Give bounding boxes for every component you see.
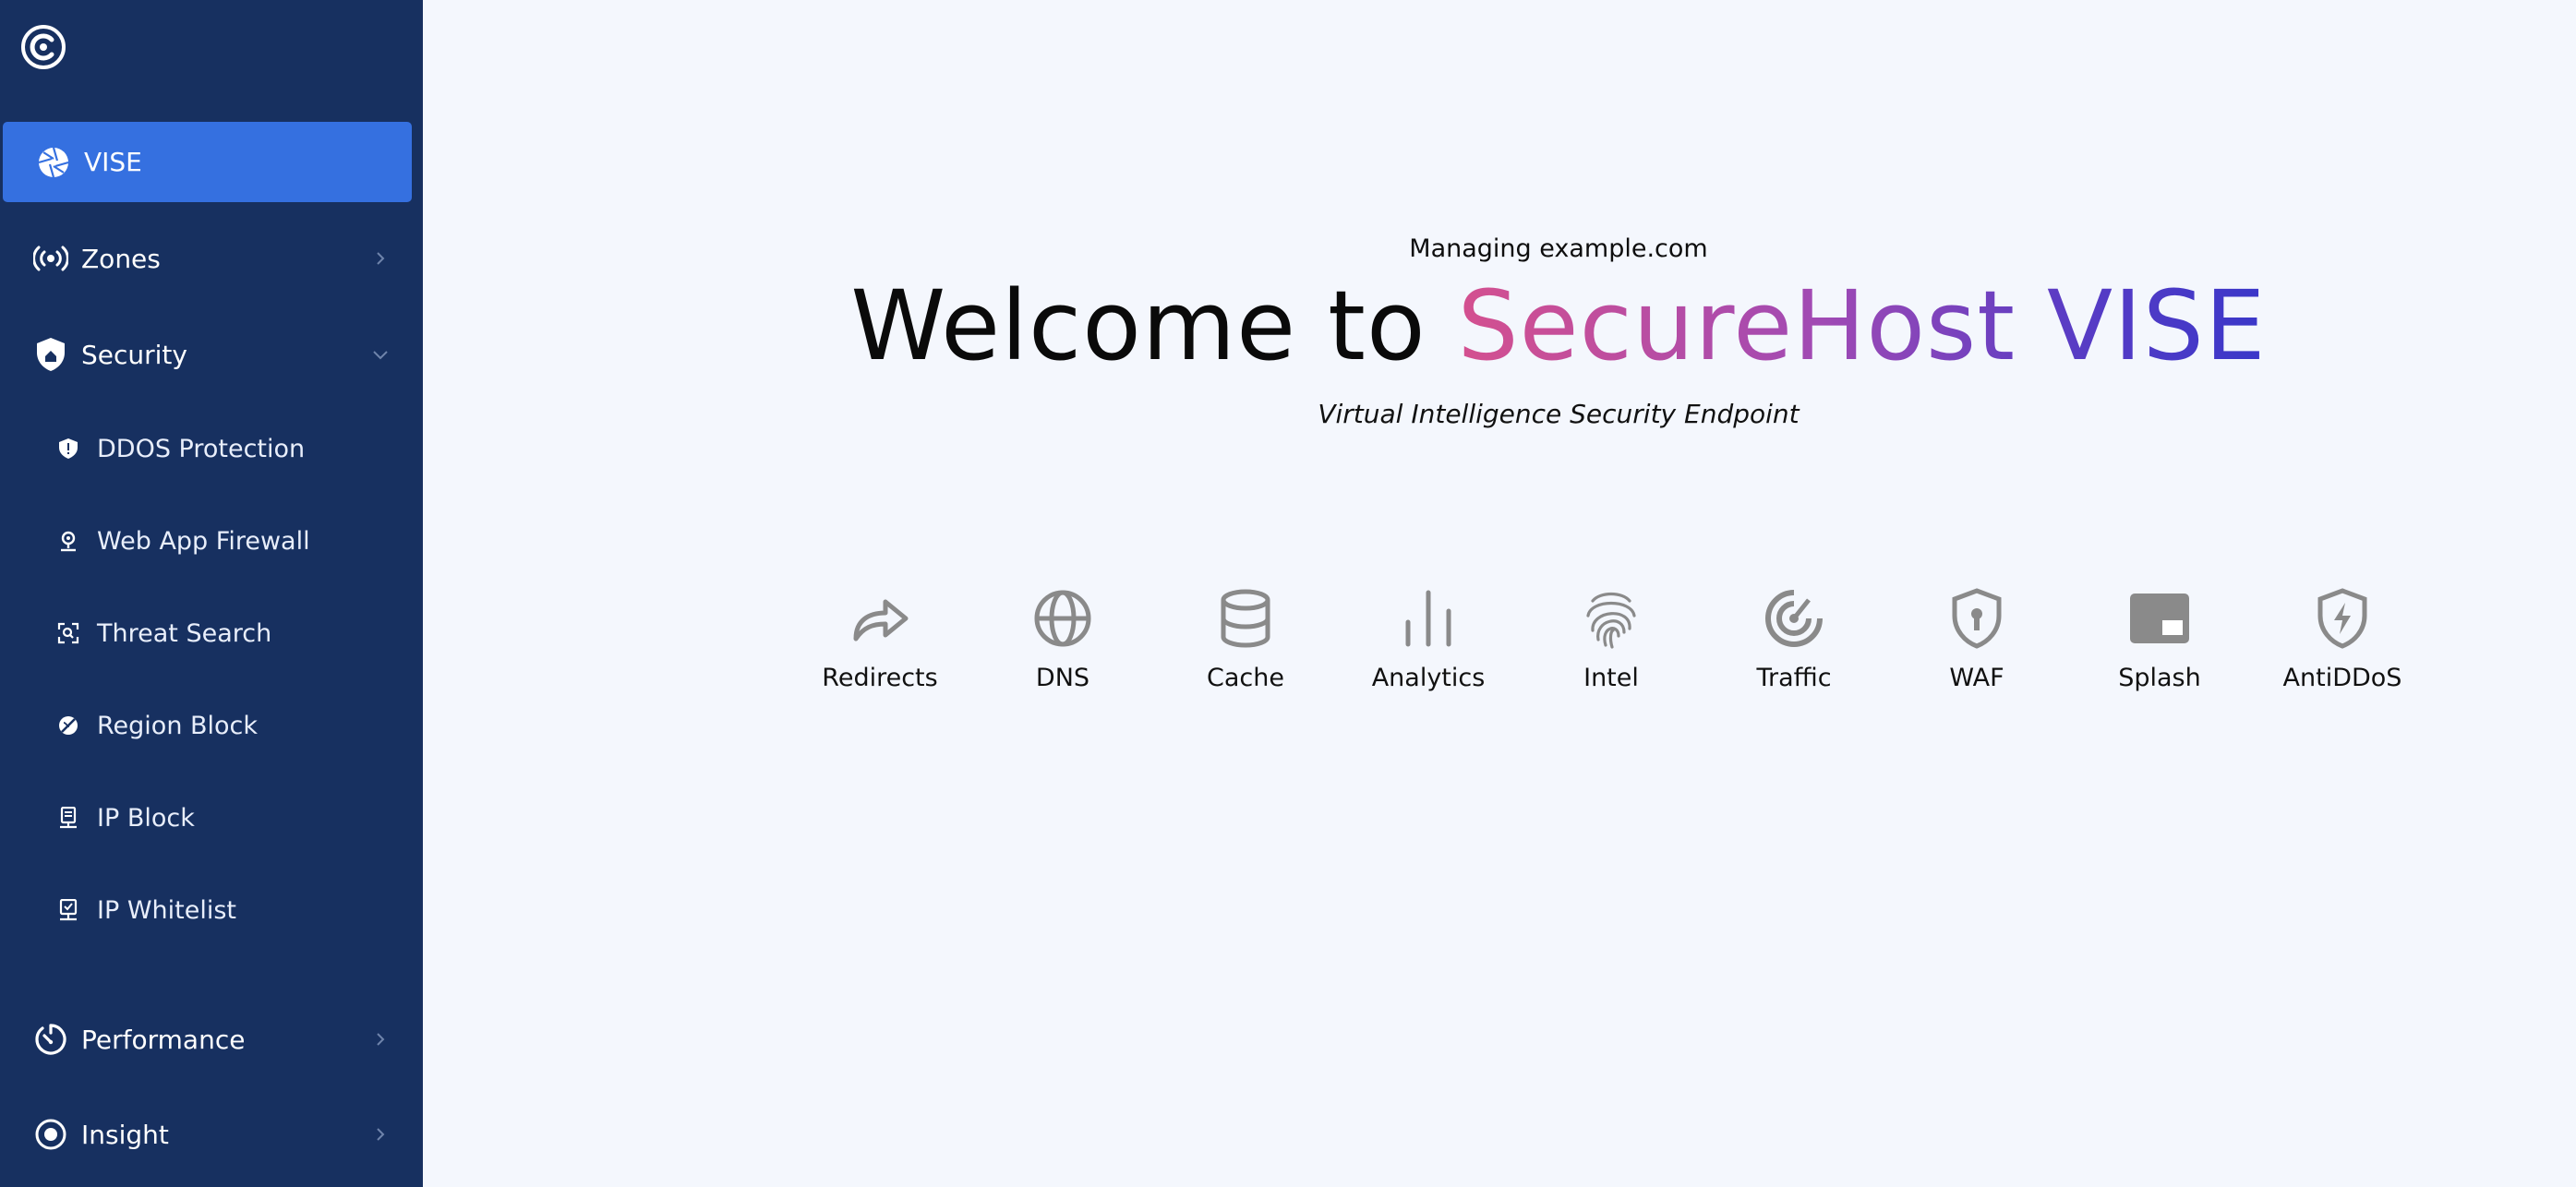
feature-cache[interactable]: Cache: [1154, 568, 1337, 734]
feature-intel[interactable]: Intel: [1520, 568, 1703, 734]
feature-analytics[interactable]: Analytics: [1337, 568, 1520, 734]
feature-redirects[interactable]: Redirects: [788, 568, 971, 734]
feature-label: Splash: [2118, 664, 2201, 692]
shield-lock-icon: [1944, 586, 2009, 651]
feature-label: Cache: [1207, 664, 1284, 692]
feature-label: Intel: [1583, 664, 1639, 692]
feature-label: AntiDDoS: [2282, 664, 2402, 692]
brand-name: SecureHost VISE: [1457, 270, 2267, 382]
chevron-right-icon: [371, 1030, 390, 1049]
sidebar-subitem-ddos-protection[interactable]: DDOS Protection: [0, 412, 423, 486]
sidebar-item-insight[interactable]: Insight: [0, 1094, 423, 1175]
broadcast-icon: [33, 241, 68, 276]
sidebar-item-label: Insight: [81, 1119, 169, 1150]
shield-bolt-icon: [2310, 586, 2375, 651]
sidebar-item-security[interactable]: Security: [0, 314, 423, 395]
feature-splash[interactable]: Splash: [2068, 568, 2251, 734]
feature-label: Redirects: [822, 664, 938, 692]
server-icon: [56, 806, 80, 830]
sidebar-item-label: Performance: [81, 1024, 246, 1055]
sidebar-subitem-web-app-firewall[interactable]: Web App Firewall: [0, 504, 423, 578]
feature-label: Analytics: [1371, 664, 1486, 692]
globe-block-icon: [56, 713, 80, 737]
monitor-icon: [56, 898, 80, 922]
sidebar-subitem-ip-block[interactable]: IP Block: [0, 781, 423, 855]
brand-logo-icon[interactable]: [20, 24, 66, 70]
sidebar-item-zones[interactable]: Zones: [0, 218, 423, 299]
feature-traffic[interactable]: Traffic: [1703, 568, 1885, 734]
radar-icon: [1762, 586, 1826, 651]
sidebar-subitem-region-block[interactable]: Region Block: [0, 689, 423, 762]
shield-icon: [33, 337, 68, 372]
chevron-right-icon: [371, 249, 390, 268]
stopwatch-icon: [33, 1022, 68, 1057]
scan-icon: [56, 621, 80, 645]
welcome-prefix: Welcome to: [850, 270, 1458, 382]
picture-in-picture-icon: [2127, 586, 2192, 651]
sidebar: VISE Zones Security DDOS Protection Web …: [0, 0, 423, 1187]
chevron-down-icon: [371, 345, 390, 364]
sidebar-item-label: Zones: [81, 243, 161, 274]
sidebar-subitem-threat-search[interactable]: Threat Search: [0, 596, 423, 670]
feature-dns[interactable]: DNS: [971, 568, 1154, 734]
feature-waf[interactable]: WAF: [1885, 568, 2068, 734]
sidebar-subitem-label: IP Block: [97, 803, 195, 833]
feature-grid: Redirects DNS Cache Analytics Intel Traf…: [788, 568, 2434, 734]
sidebar-item-performance[interactable]: Performance: [0, 999, 423, 1080]
target-icon: [33, 1117, 68, 1152]
sidebar-subitem-label: IP Whitelist: [97, 895, 236, 925]
bar-chart-icon: [1396, 586, 1461, 651]
pin-icon: [56, 529, 80, 553]
fingerprint-icon: [1579, 586, 1643, 651]
sidebar-item-label: VISE: [84, 147, 142, 177]
database-icon: [1213, 586, 1278, 651]
chevron-right-icon: [371, 1125, 390, 1144]
sidebar-subitem-label: Web App Firewall: [97, 526, 310, 556]
tagline: Virtual Intelligence Security Endpoint: [1318, 399, 1800, 429]
feature-label: WAF: [1949, 664, 2004, 692]
sidebar-subitem-label: DDOS Protection: [97, 434, 306, 463]
managing-domain-text: Managing example.com: [1409, 234, 1708, 263]
sidebar-subitem-ip-whitelist[interactable]: IP Whitelist: [0, 873, 423, 947]
globe-icon: [1030, 586, 1095, 651]
feature-label: DNS: [1035, 664, 1090, 692]
sidebar-subitem-label: Threat Search: [97, 618, 272, 648]
feature-antiddos[interactable]: AntiDDoS: [2251, 568, 2434, 734]
sidebar-item-label: Security: [81, 339, 187, 370]
redirect-arrow-icon: [848, 586, 912, 651]
page-title: Welcome to SecureHost VISE: [482, 270, 2576, 382]
aperture-icon: [36, 145, 71, 180]
app-root: VISE Zones Security DDOS Protection Web …: [0, 0, 2576, 1187]
shield-small-icon: [56, 437, 80, 461]
sidebar-subitem-label: Region Block: [97, 711, 259, 740]
feature-label: Traffic: [1756, 664, 1832, 692]
main-content: Managing example.com Welcome to SecureHo…: [423, 0, 2576, 1187]
sidebar-item-vise[interactable]: VISE: [3, 122, 412, 202]
